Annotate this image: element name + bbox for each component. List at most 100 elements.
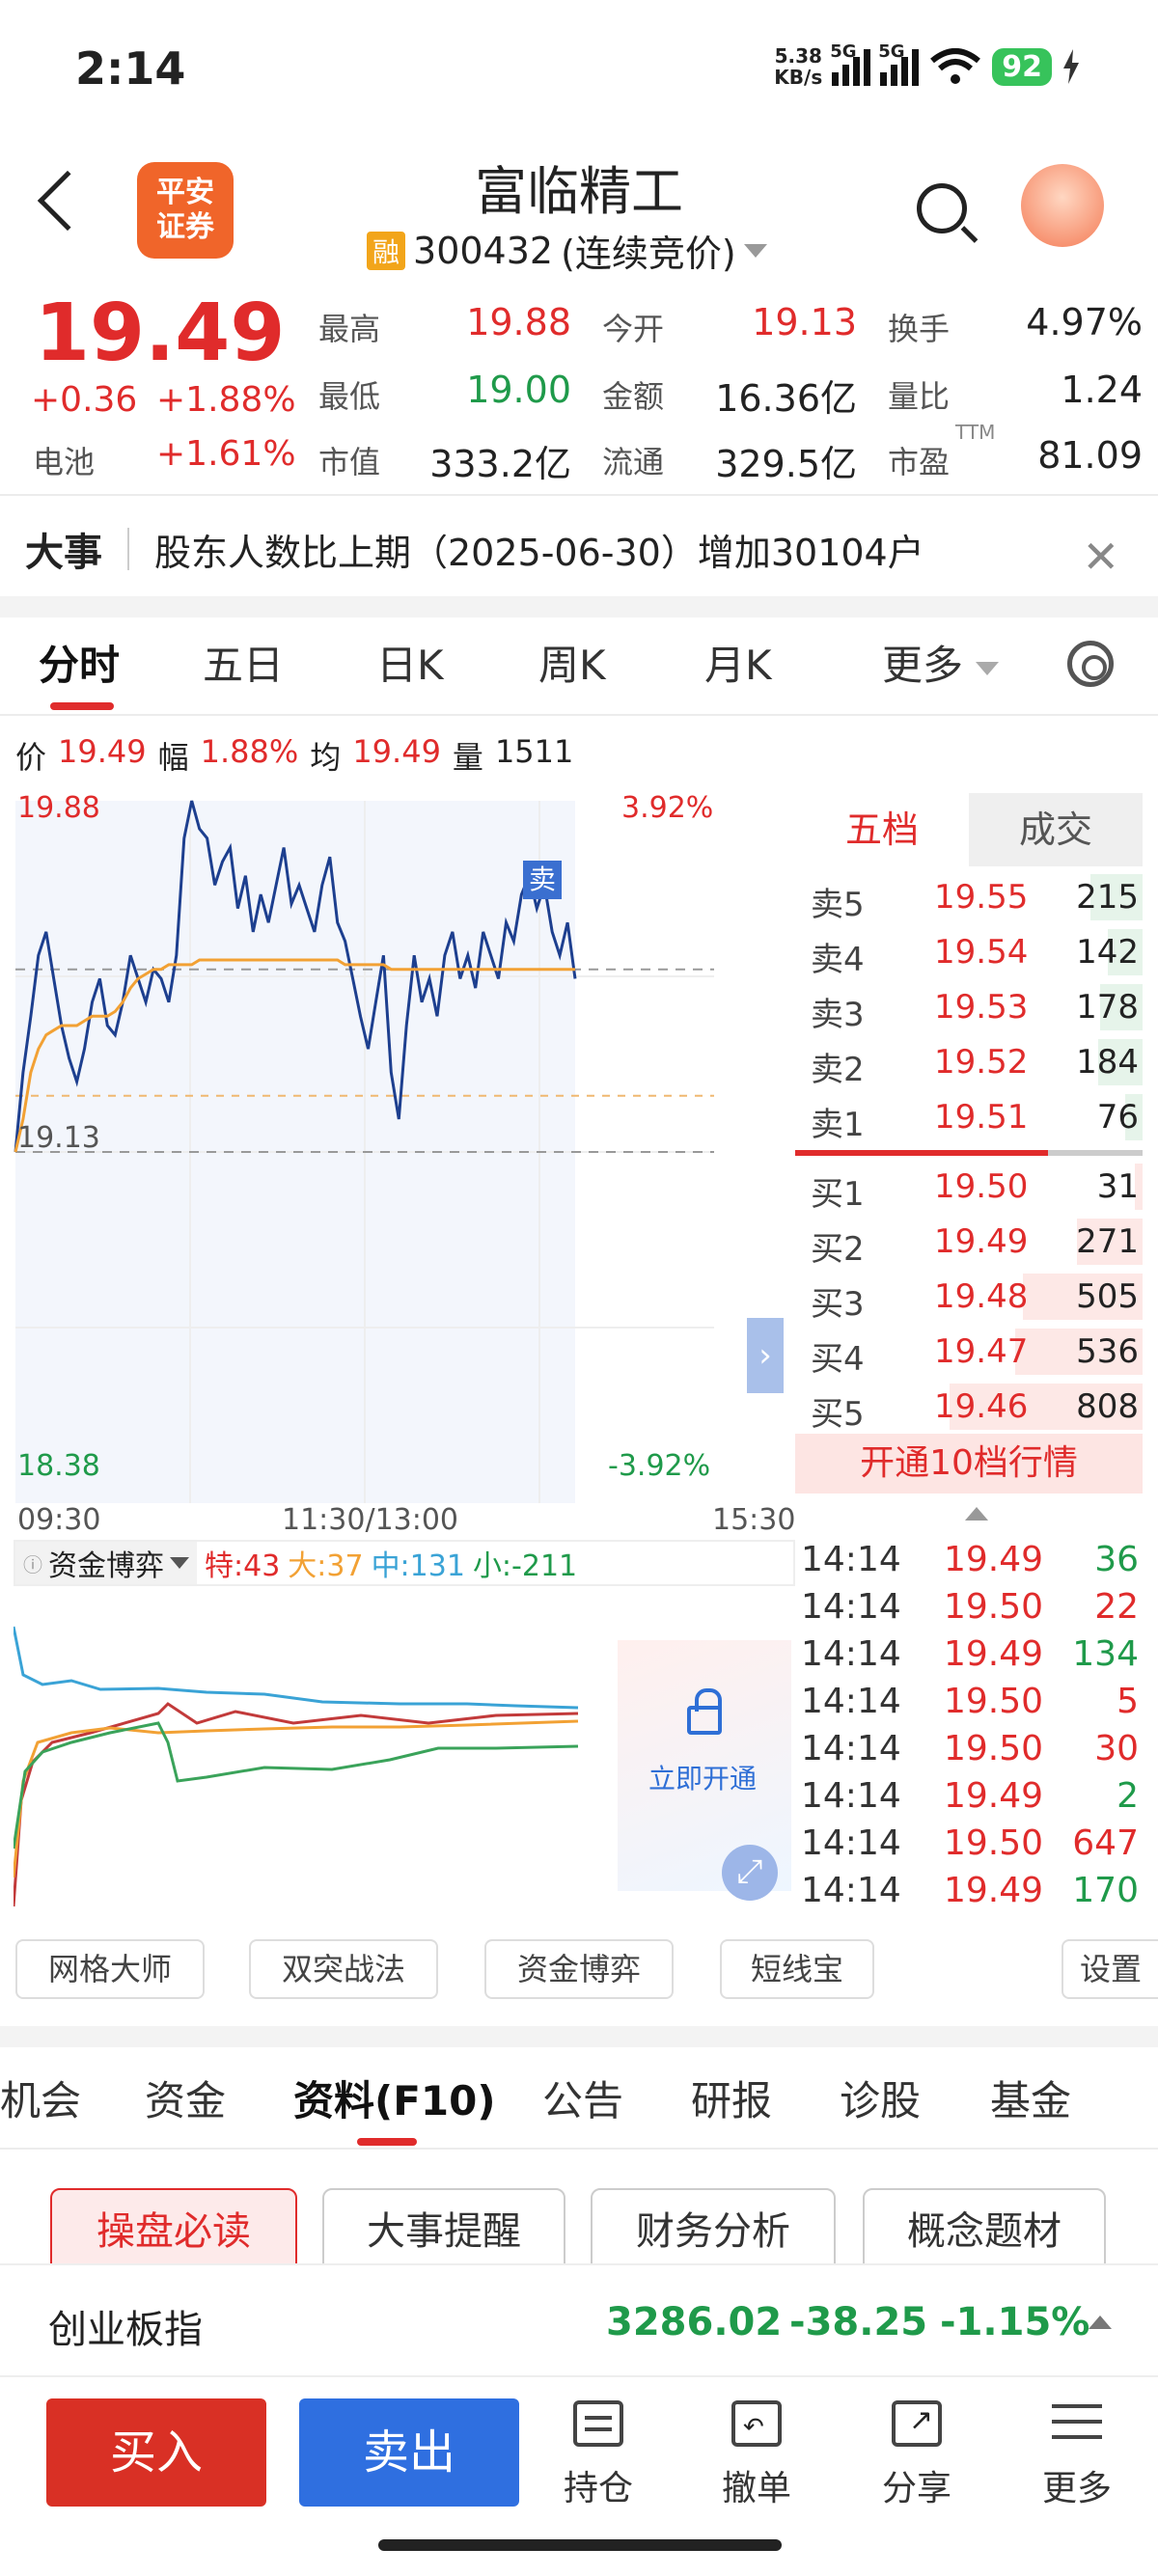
bid-row[interactable]: 买2 19.49 271 bbox=[795, 1215, 1143, 1269]
unlock-link[interactable]: 立即开通 bbox=[648, 1758, 757, 1796]
positions-button[interactable]: 持仓 bbox=[540, 2400, 656, 2510]
axis-bottom-pct: -3.92% bbox=[608, 1449, 711, 1483]
tool-short-line[interactable]: 短线宝 bbox=[720, 1939, 874, 1999]
tool-fund-game[interactable]: 资金博弈 bbox=[484, 1939, 674, 1999]
home-indicator bbox=[378, 2539, 782, 2551]
charging-icon bbox=[1063, 49, 1079, 84]
range-label: 幅 bbox=[157, 739, 189, 776]
chevron-right-icon[interactable]: › bbox=[747, 1318, 784, 1393]
chevron-up-icon[interactable] bbox=[965, 1507, 988, 1521]
tab-five-levels[interactable]: 五档 bbox=[795, 793, 969, 866]
tab-trades[interactable]: 成交 bbox=[969, 793, 1143, 866]
bid-row[interactable]: 买1 19.50 31 bbox=[795, 1160, 1143, 1214]
ask-row[interactable]: 卖4 19.54 142 bbox=[795, 925, 1143, 979]
divider bbox=[0, 494, 1158, 496]
open-level10-button[interactable]: 开通10档行情 bbox=[795, 1434, 1143, 1494]
tab-funds[interactable]: 资金 bbox=[145, 2069, 226, 2127]
btn-financial-analysis[interactable]: 财务分析 bbox=[591, 2188, 836, 2275]
wifi-icon bbox=[930, 48, 981, 84]
share-button[interactable]: ↗ 分享 bbox=[859, 2400, 975, 2510]
stock-header: 平安 证券 富临精工 融 300432 (连续竞价) bbox=[0, 145, 1158, 280]
tool-grid-master[interactable]: 网格大师 bbox=[15, 1939, 205, 1999]
buy-button[interactable]: 买入 bbox=[46, 2398, 266, 2507]
chevron-up-icon[interactable] bbox=[1089, 2316, 1112, 2329]
expand-icon[interactable]: ⤢ bbox=[722, 1845, 778, 1901]
axis-top-price: 19.88 bbox=[17, 791, 100, 825]
intraday-chart[interactable] bbox=[0, 791, 733, 1524]
tab-funds-hold[interactable]: 基金 bbox=[990, 2069, 1071, 2127]
time-axis-mid: 11:30/13:00 bbox=[282, 1503, 459, 1537]
divider bbox=[0, 2148, 1158, 2150]
more-button[interactable]: 更多 bbox=[1019, 2400, 1135, 2510]
ask-row[interactable]: 卖2 19.52 184 bbox=[795, 1035, 1143, 1089]
ask-row[interactable]: 卖1 19.51 76 bbox=[795, 1090, 1143, 1144]
avatar[interactable] bbox=[1021, 164, 1104, 247]
level-volume: 215 bbox=[1076, 878, 1139, 917]
tick-volume: 170 bbox=[1072, 1871, 1139, 1910]
active-tab-indicator bbox=[357, 2138, 417, 2146]
tick-volume: 5 bbox=[1117, 1682, 1139, 1721]
sell-button[interactable]: 卖出 bbox=[299, 2398, 519, 2507]
chart-period-tabs: 分时 五日 日K 周K 月K 更多 bbox=[0, 617, 1158, 714]
tab-more[interactable]: 更多 bbox=[882, 633, 1000, 692]
price-label: 价 bbox=[15, 739, 47, 776]
tick-volume: 30 bbox=[1094, 1729, 1139, 1768]
signal-icon: 5G bbox=[878, 41, 920, 86]
tick-time: 14:14 bbox=[801, 1729, 901, 1768]
index-change-pct: -1.15% bbox=[940, 2300, 1090, 2344]
tab-daily-k[interactable]: 日K bbox=[376, 633, 444, 692]
bid-row[interactable]: 买4 19.47 536 bbox=[795, 1325, 1143, 1379]
ask-row[interactable]: 卖5 19.55 215 bbox=[795, 870, 1143, 924]
btn-trading-must-read[interactable]: 操盘必读 bbox=[50, 2188, 297, 2275]
sell-marker[interactable]: 卖 bbox=[523, 861, 562, 899]
tick-time: 14:14 bbox=[801, 1682, 901, 1721]
index-ticker[interactable]: 创业板指 3286.02 -38.25 -1.15% bbox=[0, 2263, 1158, 2375]
tab-announcements[interactable]: 公告 bbox=[542, 2069, 623, 2127]
clock: 2:14 bbox=[75, 42, 186, 95]
level-name: 卖3 bbox=[811, 996, 865, 1034]
mcap-label: 市值 bbox=[318, 444, 381, 480]
tab-intraday[interactable]: 分时 bbox=[39, 633, 120, 692]
search-icon[interactable] bbox=[917, 183, 967, 233]
tab-f10[interactable]: 资料(F10) bbox=[293, 2069, 496, 2127]
tab-diagnose[interactable]: 诊股 bbox=[840, 2069, 921, 2127]
last-price: 19.49 bbox=[35, 288, 286, 379]
btn-event-reminder[interactable]: 大事提醒 bbox=[322, 2188, 565, 2275]
tick-row: 14:14 19.50 647 bbox=[801, 1823, 1139, 1870]
tick-row: 14:14 19.49 134 bbox=[801, 1634, 1139, 1681]
level-price: 19.52 bbox=[934, 1043, 1029, 1082]
time-axis-end: 15:30 bbox=[712, 1503, 796, 1537]
bid-row[interactable]: 买3 19.48 505 bbox=[795, 1270, 1143, 1324]
stock-code-selector[interactable]: 融 300432 (连续竞价) bbox=[367, 224, 767, 277]
tool-double-breakout[interactable]: 双突战法 bbox=[249, 1939, 438, 1999]
tab-five-day[interactable]: 五日 bbox=[203, 633, 284, 692]
news-banner[interactable]: 大事 股东人数比上期（2025-06-30）增加30104户 ✕ bbox=[0, 502, 1158, 596]
chevron-down-icon bbox=[170, 1557, 189, 1569]
turnover-label: 换手 bbox=[888, 311, 951, 347]
time-axis-start: 09:30 bbox=[17, 1503, 101, 1537]
tab-monthly-k[interactable]: 月K bbox=[704, 633, 772, 692]
tab-weekly-k[interactable]: 周K bbox=[538, 633, 606, 692]
cancel-order-button[interactable]: ↶ 撤单 bbox=[699, 2400, 814, 2510]
tick-time: 14:14 bbox=[801, 1823, 901, 1863]
level-volume: 271 bbox=[1076, 1222, 1139, 1261]
tick-row: 14:14 19.49 36 bbox=[801, 1540, 1139, 1586]
bid-row[interactable]: 买5 19.46 808 bbox=[795, 1380, 1143, 1434]
tick-price: 19.50 bbox=[944, 1823, 1044, 1863]
fund-flow-select[interactable]: ⓘ 资金博弈 bbox=[15, 1542, 197, 1584]
ask-row[interactable]: 卖3 19.53 178 bbox=[795, 980, 1143, 1034]
gear-icon[interactable] bbox=[1067, 641, 1114, 687]
news-text[interactable]: 股东人数比上期（2025-06-30）增加30104户 bbox=[154, 523, 924, 576]
orderbook-tabs: 五档 成交 bbox=[795, 793, 1143, 866]
close-icon[interactable]: ✕ bbox=[1082, 531, 1119, 583]
tab-opportunity[interactable]: 机会 bbox=[0, 2069, 81, 2127]
sector-change[interactable]: +1.61% bbox=[156, 434, 296, 474]
tool-settings[interactable]: 设置 bbox=[1062, 1939, 1158, 1999]
high-label: 最高 bbox=[318, 311, 381, 347]
level-price: 19.54 bbox=[934, 933, 1029, 972]
sector-label[interactable]: 电池 bbox=[33, 438, 95, 482]
tab-research[interactable]: 研报 bbox=[691, 2069, 772, 2127]
btn-concept-theme[interactable]: 概念题材 bbox=[863, 2188, 1106, 2275]
index-name: 创业板指 bbox=[48, 2308, 203, 2352]
low-label: 最低 bbox=[318, 378, 381, 415]
